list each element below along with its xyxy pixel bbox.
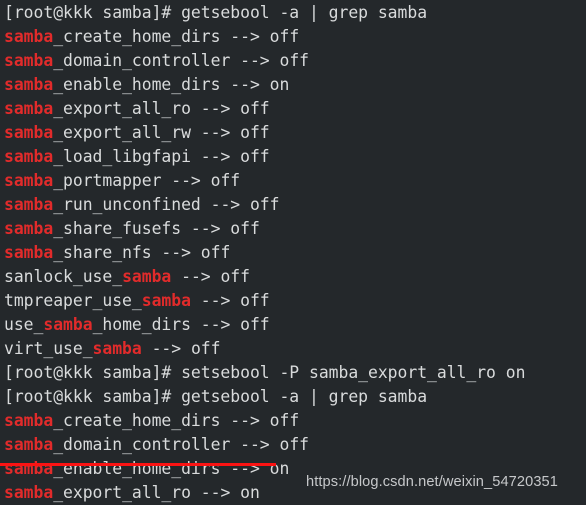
terminal-text: _enable_home_dirs --> on <box>53 75 290 94</box>
grep-match-text: samba <box>4 483 54 502</box>
terminal-text: _portmapper --> off <box>53 171 241 190</box>
terminal-text: _create_home_dirs --> off <box>53 27 300 46</box>
output-samba-portmapper-1: samba_portmapper --> off <box>4 169 586 193</box>
terminal-text: [root@kkk samba]# getsebool -a | grep sa… <box>4 3 428 22</box>
output-samba-create-home-dirs-1: samba_create_home_dirs --> off <box>4 25 586 49</box>
terminal-text: _export_all_ro --> off <box>53 99 270 118</box>
terminal-text: _create_home_dirs --> off <box>53 411 300 430</box>
terminal-window[interactable]: [root@kkk samba]# getsebool -a | grep sa… <box>0 0 586 505</box>
terminal-text: _export_all_rw --> off <box>53 123 270 142</box>
output-samba-domain-controller-2: samba_domain_controller --> off <box>4 433 586 457</box>
output-tmpreaper-use-samba: tmpreaper_use_samba --> off <box>4 289 586 313</box>
terminal-text: _export_all_ro --> on <box>53 483 260 502</box>
output-samba-export-all-ro-1: samba_export_all_ro --> off <box>4 97 586 121</box>
terminal-text: _enable_home_dirs --> on <box>53 459 290 478</box>
output-samba-share-fusefs-1: samba_share_fusefs --> off <box>4 217 586 241</box>
output-samba-load-libgfapi-1: samba_load_libgfapi --> off <box>4 145 586 169</box>
grep-match-text: samba <box>4 51 54 70</box>
terminal-text: tmpreaper_use_ <box>4 291 142 310</box>
terminal-output: [root@kkk samba]# getsebool -a | grep sa… <box>4 1 586 505</box>
terminal-text: use_ <box>4 315 44 334</box>
terminal-text: _share_fusefs --> off <box>53 219 260 238</box>
terminal-text: [root@kkk samba]# getsebool -a | grep sa… <box>4 387 428 406</box>
grep-match-text: samba <box>122 267 172 286</box>
terminal-text: --> off <box>190 291 270 310</box>
watermark-url: https://blog.csdn.net/weixin_54720351 <box>306 474 558 490</box>
grep-match-text: samba <box>43 315 93 334</box>
grep-match-text: samba <box>4 171 54 190</box>
grep-match-text: samba <box>92 339 142 358</box>
grep-match-text: samba <box>4 219 54 238</box>
output-samba-run-unconfined-1: samba_run_unconfined --> off <box>4 193 586 217</box>
output-sanlock-use-samba: sanlock_use_samba --> off <box>4 265 586 289</box>
output-samba-share-nfs-1: samba_share_nfs --> off <box>4 241 586 265</box>
grep-match-text: samba <box>4 243 54 262</box>
command-getsebool-2: [root@kkk samba]# getsebool -a | grep sa… <box>4 385 586 409</box>
grep-match-text: samba <box>4 195 54 214</box>
grep-match-text: samba <box>4 123 54 142</box>
terminal-text: _load_libgfapi --> off <box>53 147 270 166</box>
output-samba-export-all-rw-1: samba_export_all_rw --> off <box>4 121 586 145</box>
command-setsebool: [root@kkk samba]# setsebool -P samba_exp… <box>4 361 586 385</box>
grep-match-text: samba <box>4 459 54 478</box>
grep-match-text: samba <box>141 291 191 310</box>
red-underline-annotation <box>0 463 276 466</box>
terminal-text: --> off <box>141 339 221 358</box>
output-use-samba-home-dirs: use_samba_home_dirs --> off <box>4 313 586 337</box>
output-samba-create-home-dirs-2: samba_create_home_dirs --> off <box>4 409 586 433</box>
output-samba-domain-controller-1: samba_domain_controller --> off <box>4 49 586 73</box>
grep-match-text: samba <box>4 27 54 46</box>
terminal-text: virt_use_ <box>4 339 93 358</box>
terminal-text: _home_dirs --> off <box>92 315 270 334</box>
terminal-text: _domain_controller --> off <box>53 435 309 454</box>
output-samba-enable-home-dirs-1: samba_enable_home_dirs --> on <box>4 73 586 97</box>
grep-match-text: samba <box>4 75 54 94</box>
output-virt-use-samba: virt_use_samba --> off <box>4 337 586 361</box>
grep-match-text: samba <box>4 147 54 166</box>
terminal-text: [root@kkk samba]# setsebool -P samba_exp… <box>4 363 526 382</box>
terminal-text: _share_nfs --> off <box>53 243 231 262</box>
grep-match-text: samba <box>4 99 54 118</box>
grep-match-text: samba <box>4 411 54 430</box>
terminal-text: sanlock_use_ <box>4 267 123 286</box>
grep-match-text: samba <box>4 435 54 454</box>
terminal-text: _domain_controller --> off <box>53 51 309 70</box>
terminal-text: _run_unconfined --> off <box>53 195 280 214</box>
command-getsebool-1: [root@kkk samba]# getsebool -a | grep sa… <box>4 1 586 25</box>
terminal-text: --> off <box>171 267 250 286</box>
